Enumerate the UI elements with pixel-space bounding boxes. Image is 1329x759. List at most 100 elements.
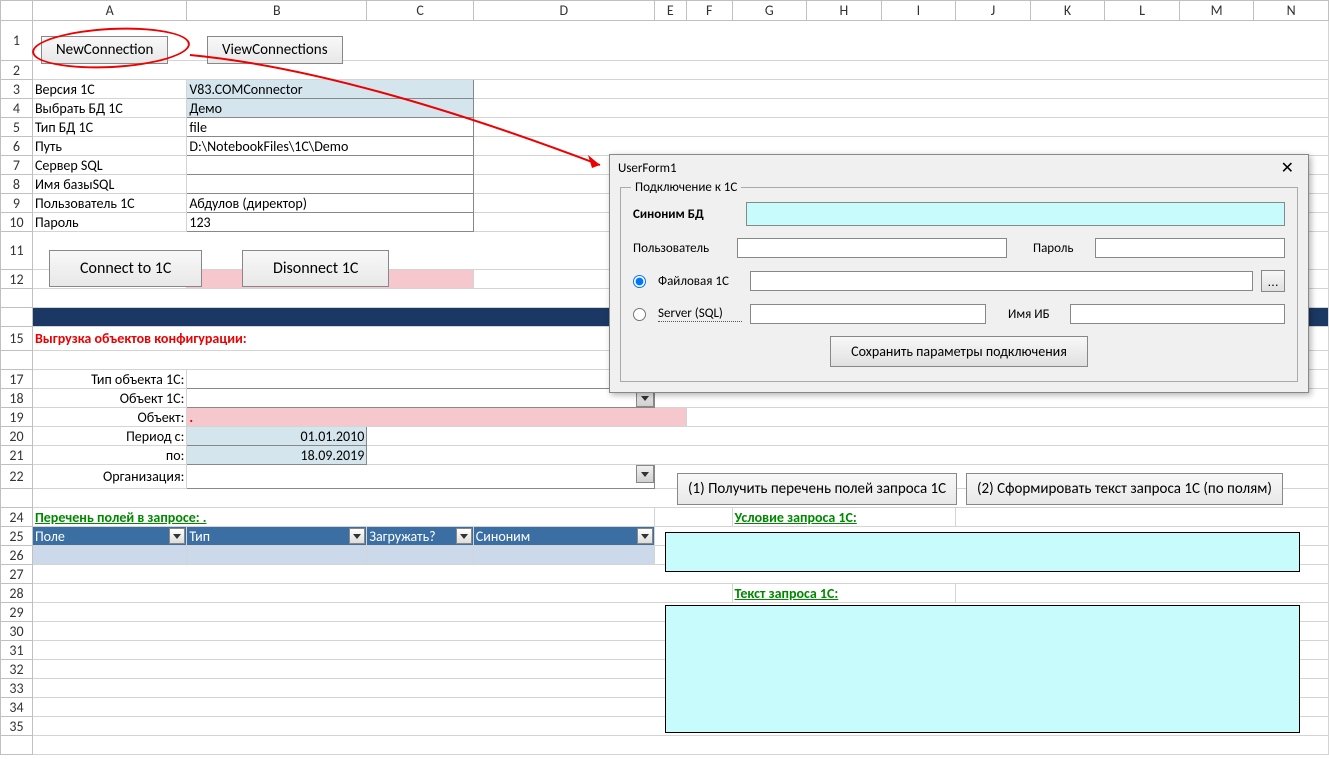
row-header-26[interactable]: 26 [1, 546, 33, 565]
filter-icon[interactable] [169, 528, 185, 544]
row-header-5[interactable]: 5 [1, 118, 33, 137]
row-header-21[interactable]: 21 [1, 446, 33, 465]
label-user-dlg: Пользователь [633, 241, 729, 256]
col-header-N[interactable]: N [1254, 1, 1329, 21]
row-header-8[interactable]: 8 [1, 175, 33, 194]
file-path-input[interactable] [750, 271, 1253, 291]
label-file1c[interactable]: Файловая 1С [658, 274, 742, 289]
close-icon[interactable]: ✕ [1275, 158, 1300, 178]
radio-server[interactable] [633, 308, 646, 321]
browse-button[interactable]: ... [1261, 270, 1285, 292]
row-header-6[interactable]: 6 [1, 137, 33, 156]
view-connections-button[interactable]: ViewConnections [207, 36, 343, 64]
table-row[interactable] [32, 546, 186, 565]
cell-period-from[interactable]: 01.01.2010 [187, 427, 367, 446]
row-header-30[interactable]: 30 [1, 622, 33, 641]
row-header-9[interactable]: 9 [1, 194, 33, 213]
row-header-33[interactable]: 33 [1, 679, 33, 698]
dropdown-org[interactable] [187, 465, 654, 489]
row-header-12[interactable]: 12 [1, 270, 33, 289]
condition-textbox[interactable] [665, 532, 1300, 572]
col-header-D[interactable]: D [473, 1, 654, 21]
col-header-M[interactable]: M [1179, 1, 1254, 21]
col-header-C[interactable]: C [367, 1, 473, 21]
th-field[interactable]: Поле [32, 527, 186, 546]
label-period-from: Период с: [32, 427, 186, 446]
row-header-1[interactable]: 1 [1, 21, 33, 61]
th-load[interactable]: Загружать? [367, 527, 473, 546]
col-header-E[interactable]: E [654, 1, 686, 21]
row-header-22[interactable]: 22 [1, 465, 33, 489]
chevron-down-icon[interactable] [636, 465, 654, 483]
row-header-20[interactable]: 20 [1, 427, 33, 446]
row-header-34[interactable]: 34 [1, 698, 33, 717]
row-header-28[interactable]: 28 [1, 584, 33, 603]
col-header-B[interactable]: B [187, 1, 367, 21]
filter-icon[interactable] [456, 528, 472, 544]
label-obj-1c: Объект 1С: [32, 389, 186, 408]
row-header-27[interactable]: 27 [1, 565, 33, 584]
disconnect-button[interactable]: Disonnect 1C [242, 250, 389, 287]
label-db-type: Тип БД 1С [32, 118, 186, 137]
label-sql-db: Имя базыSQL [32, 175, 186, 194]
get-fields-button[interactable]: (1) Получить перечень полей запроса 1С [677, 473, 957, 505]
cell-user[interactable]: Абдулов (директор) [187, 194, 473, 213]
row-header-10[interactable]: 10 [1, 213, 33, 232]
row-header-15[interactable]: 15 [1, 327, 33, 351]
row-header-31[interactable]: 31 [1, 641, 33, 660]
row-header-11[interactable]: 11 [1, 232, 33, 270]
th-synonym[interactable]: Синоним [473, 527, 654, 546]
row-header-24[interactable]: 24 [1, 508, 33, 527]
password-input[interactable] [1095, 238, 1285, 258]
cell-path[interactable]: D:\NotebookFiles\1C\Demo [187, 137, 473, 156]
col-header-A[interactable]: A [32, 1, 186, 21]
row-header-25[interactable]: 25 [1, 527, 33, 546]
label-synonym: Синоним БД [633, 207, 738, 222]
build-query-button[interactable]: (2) Сформировать текст запроса 1С (по по… [966, 473, 1283, 505]
cell-version[interactable]: V83.COMConnector [187, 80, 473, 99]
server-input[interactable] [750, 304, 986, 324]
new-connection-button[interactable]: NewConnection [41, 36, 168, 64]
row-header-17[interactable]: 17 [1, 370, 33, 389]
col-header-F[interactable]: F [686, 1, 732, 21]
cell-select-db[interactable]: Демо [187, 99, 473, 118]
label-select-db: Выбрать БД 1С [32, 99, 186, 118]
save-connection-button[interactable]: Сохранить параметры подключения [830, 336, 1088, 367]
row-header-7[interactable]: 7 [1, 156, 33, 175]
col-header-H[interactable]: H [807, 1, 882, 21]
radio-file1c[interactable] [633, 275, 646, 288]
connect-button[interactable]: Connect to 1C [49, 250, 202, 287]
row-header-35[interactable]: 35 [1, 717, 33, 736]
dropdown-obj-1c[interactable] [187, 389, 654, 408]
ibname-input[interactable] [1070, 304, 1285, 324]
row-header-2[interactable]: 2 [1, 61, 33, 80]
col-header-K[interactable]: K [1030, 1, 1105, 21]
query-text-textbox[interactable] [665, 605, 1300, 733]
cell-db-type[interactable]: file [187, 118, 473, 137]
row-header-32[interactable]: 32 [1, 660, 33, 679]
filter-icon[interactable] [637, 528, 653, 544]
dropdown-obj-type[interactable] [187, 370, 654, 389]
cell-sql-server[interactable] [187, 156, 473, 175]
fieldset-legend: Подключение к 1С [631, 180, 741, 195]
row-header-3[interactable]: 3 [1, 80, 33, 99]
cell-password[interactable]: 123 [187, 213, 473, 232]
synonym-input[interactable] [746, 202, 1285, 226]
col-header-J[interactable]: J [956, 1, 1031, 21]
row-header-18[interactable]: 18 [1, 389, 33, 408]
row-header-29[interactable]: 29 [1, 603, 33, 622]
row-header-19[interactable]: 19 [1, 408, 33, 427]
cell-period-to[interactable]: 18.09.2019 [187, 446, 367, 465]
cell-sql-db[interactable] [187, 175, 473, 194]
label-server[interactable]: Server (SQL) [658, 306, 742, 322]
cond-title: Условие запроса 1С: [732, 508, 956, 527]
col-header-G[interactable]: G [732, 1, 807, 21]
filter-icon[interactable] [349, 528, 365, 544]
userform1-dialog[interactable]: UserForm1 ✕ Подключение к 1С Синоним БД … [609, 154, 1309, 393]
col-header-I[interactable]: I [881, 1, 956, 21]
col-header-L[interactable]: L [1105, 1, 1180, 21]
label-ibname: Имя ИБ [1008, 307, 1062, 322]
row-header-4[interactable]: 4 [1, 99, 33, 118]
user-input[interactable] [737, 238, 1007, 258]
th-type[interactable]: Тип [187, 527, 367, 546]
